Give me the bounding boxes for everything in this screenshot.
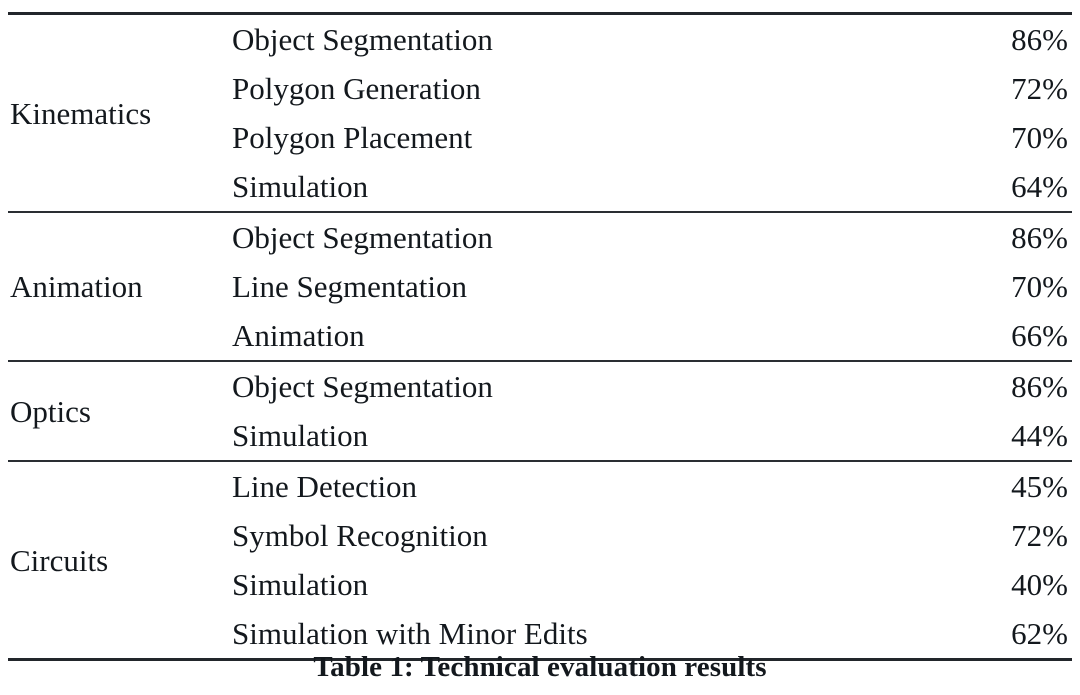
score-value: 70% xyxy=(1011,269,1068,304)
table-figure: Kinematics Object Segmentation 86% Polyg… xyxy=(0,0,1080,695)
table-group-animation: Animation Object Segmentation 86% Line S… xyxy=(8,212,1072,361)
task-label: Symbol Recognition xyxy=(232,518,488,553)
table-group-kinematics: Kinematics Object Segmentation 86% Polyg… xyxy=(8,13,1072,213)
score-value: 64% xyxy=(1011,169,1068,204)
score-value: 70% xyxy=(1011,120,1068,155)
score-value: 72% xyxy=(1011,518,1068,553)
table-row: Optics Object Segmentation 86% xyxy=(8,361,1072,427)
category-label: Optics xyxy=(10,393,91,429)
score-value: 44% xyxy=(1011,418,1068,453)
table-caption: Table 1: Technical evaluation results xyxy=(313,651,767,683)
task-label: Line Detection xyxy=(232,469,418,504)
technical-evaluation-table: Kinematics Object Segmentation 86% Polyg… xyxy=(8,12,1072,661)
score-value: 86% xyxy=(1011,220,1068,255)
task-label: Animation xyxy=(232,318,365,353)
table-row: Kinematics Object Segmentation 86% xyxy=(8,14,1072,128)
task-label: Simulation xyxy=(232,169,369,204)
score-value: 86% xyxy=(1011,369,1068,404)
task-label: Line Segmentation xyxy=(232,269,468,304)
task-label: Simulation xyxy=(232,418,369,453)
task-label: Simulation xyxy=(232,567,369,602)
category-label: Circuits xyxy=(10,542,109,578)
table-row: Animation Object Segmentation 86% xyxy=(8,212,1072,302)
score-value: 45% xyxy=(1011,469,1068,504)
task-label: Object Segmentation xyxy=(232,22,493,57)
task-label: Object Segmentation xyxy=(232,220,493,255)
table-row: Circuits Line Detection 45% xyxy=(8,461,1072,575)
score-value: 40% xyxy=(1011,567,1068,602)
category-label: Animation xyxy=(10,269,143,304)
table-group-circuits: Circuits Line Detection 45% Symbol Recog… xyxy=(8,461,1072,660)
category-label: Kinematics xyxy=(10,95,152,131)
task-label: Object Segmentation xyxy=(232,369,493,404)
score-value: 66% xyxy=(1011,318,1068,353)
score-value: 86% xyxy=(1011,22,1068,57)
score-value: 72% xyxy=(1011,71,1068,106)
task-label: Polygon Placement xyxy=(232,120,473,155)
table-group-optics: Optics Object Segmentation 86% Simulatio… xyxy=(8,361,1072,461)
task-label: Polygon Generation xyxy=(232,71,481,106)
